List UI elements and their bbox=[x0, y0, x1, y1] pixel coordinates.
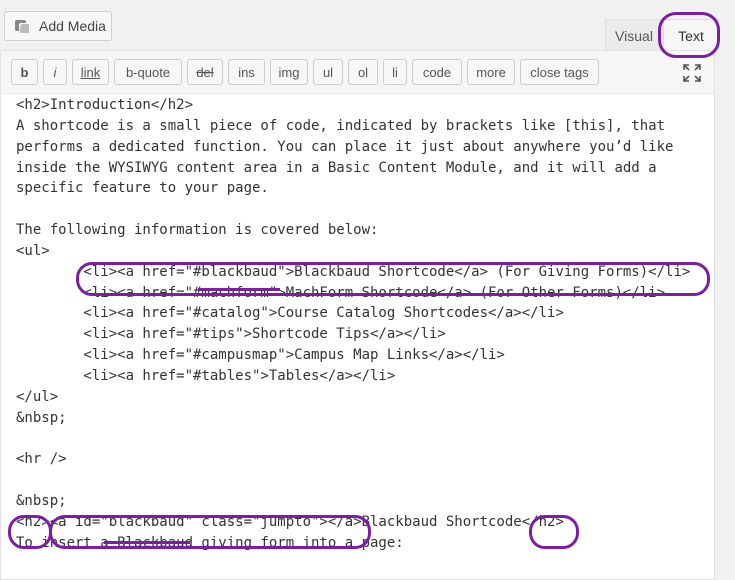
ins-button[interactable]: ins bbox=[228, 59, 265, 85]
content-line: &nbsp; bbox=[16, 409, 67, 426]
more-button[interactable]: more bbox=[467, 59, 515, 85]
add-media-button[interactable]: ♪ Add Media bbox=[4, 11, 112, 41]
content-line: <li><a href="#tables">Tables</a></li> bbox=[16, 367, 396, 384]
add-media-icon: ♪ bbox=[15, 18, 31, 34]
content-line: The following information is covered bel… bbox=[16, 222, 379, 239]
tab-text[interactable]: Text bbox=[663, 19, 719, 51]
blockquote-button[interactable]: b-quote bbox=[114, 59, 182, 85]
code-button[interactable]: code bbox=[412, 59, 462, 85]
tab-visual[interactable]: Visual bbox=[605, 19, 663, 51]
editor-content[interactable]: <h2>Introduction</h2> A shortcode is a sm… bbox=[16, 95, 706, 554]
img-button[interactable]: img bbox=[270, 59, 308, 85]
li-button[interactable]: li bbox=[383, 59, 407, 85]
fullscreen-icon[interactable] bbox=[682, 63, 702, 83]
text-editor: b i link b-quote del ins img ul ol li co… bbox=[0, 50, 715, 580]
content-line: <hr /> bbox=[16, 451, 67, 468]
content-line: specific feature to your page. bbox=[16, 180, 269, 197]
content-line bbox=[16, 199, 706, 220]
content-line: <li><a href="#blackbaud">Blackbaud Short… bbox=[16, 263, 691, 280]
content-line: <li><a href="#catalog">Course Catalog Sh… bbox=[16, 305, 564, 322]
bold-button[interactable]: b bbox=[11, 59, 38, 85]
del-button[interactable]: del bbox=[187, 59, 223, 85]
content-line: inside the WYSIWYG content area in a Bas… bbox=[16, 159, 657, 176]
link-button[interactable]: link bbox=[72, 59, 109, 85]
content-line: performs a dedicated function. You can p… bbox=[16, 138, 674, 155]
content-line: <h2><a id="blackbaud" class="jumpto"></a… bbox=[16, 513, 564, 530]
content-line: A shortcode is a small piece of code, in… bbox=[16, 117, 666, 134]
ul-button[interactable]: ul bbox=[313, 59, 343, 85]
content-line: To insert a Blackbaud giving form into a… bbox=[16, 534, 404, 551]
ol-button[interactable]: ol bbox=[348, 59, 378, 85]
content-line: <h2>Introduction</h2> bbox=[16, 97, 194, 113]
content-line: <li><a href="#campusmap">Campus Map Link… bbox=[16, 347, 505, 364]
close-tags-button[interactable]: close tags bbox=[520, 59, 599, 85]
content-line: &nbsp; bbox=[16, 493, 67, 510]
add-media-label: Add Media bbox=[39, 18, 106, 34]
content-line bbox=[16, 429, 706, 450]
italic-button[interactable]: i bbox=[43, 59, 67, 85]
content-line: <li><a href="#tips">Shortcode Tips</a></… bbox=[16, 326, 446, 343]
content-line: </ul> bbox=[16, 388, 59, 405]
content-line: <ul> bbox=[16, 242, 50, 259]
quicktags-toolbar: b i link b-quote del ins img ul ol li co… bbox=[1, 51, 714, 94]
content-line bbox=[16, 470, 706, 491]
content-line: <li><a href="#machform">MachForm Shortco… bbox=[16, 284, 666, 301]
